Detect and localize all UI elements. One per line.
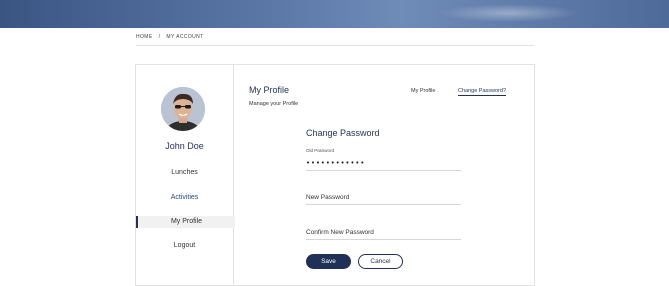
- form-title: Change Password: [306, 128, 380, 138]
- user-name: John Doe: [165, 141, 204, 151]
- old-password-field[interactable]: [306, 156, 461, 171]
- new-password-field[interactable]: [306, 190, 461, 205]
- save-button[interactable]: Save: [306, 254, 351, 269]
- old-password-label: Old Password: [306, 148, 335, 153]
- breadcrumb-current: MY ACCOUNT: [166, 34, 204, 40]
- breadcrumb-separator: /: [158, 34, 161, 40]
- account-sidebar: John Doe Lunches Activities My Profile L…: [136, 65, 235, 285]
- sidebar-item-activities[interactable]: Activities: [136, 194, 233, 201]
- sidebar-item-lunches[interactable]: Lunches: [136, 169, 233, 176]
- tab-change-password[interactable]: Change Password?: [458, 88, 507, 96]
- hero-cloud-decoration: [439, 4, 579, 22]
- breadcrumb: HOME / MY ACCOUNT: [136, 34, 204, 40]
- cancel-button[interactable]: Cancel: [358, 254, 403, 269]
- page-subtitle: Manage your Profile: [249, 101, 299, 107]
- hero-banner: [0, 0, 669, 28]
- page-title: My Profile: [249, 85, 290, 95]
- confirm-password-field[interactable]: [306, 225, 461, 240]
- breadcrumb-home-link[interactable]: HOME: [136, 34, 153, 40]
- user-photo-icon: [161, 87, 205, 131]
- account-card: John Doe Lunches Activities My Profile L…: [135, 64, 535, 286]
- tab-my-profile[interactable]: My Profile: [411, 88, 435, 94]
- sidebar-item-my-profile[interactable]: My Profile: [136, 216, 235, 228]
- avatar: [161, 87, 205, 131]
- breadcrumb-divider: [136, 45, 534, 46]
- sidebar-item-logout[interactable]: Logout: [136, 242, 233, 249]
